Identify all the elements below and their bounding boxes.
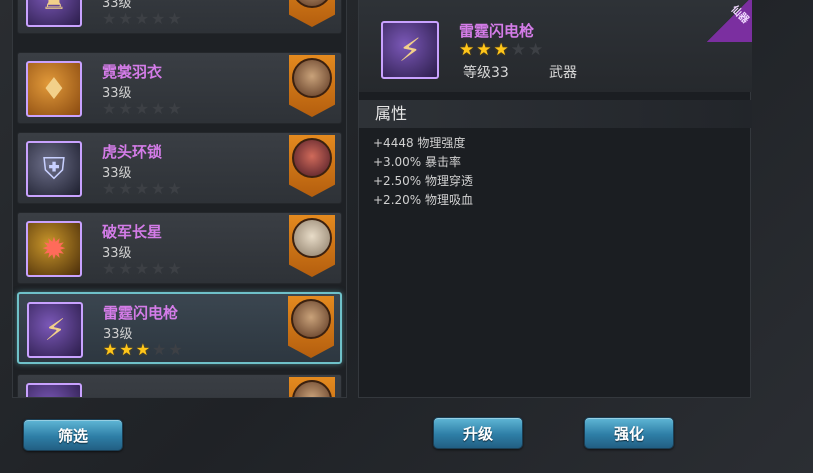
hero-portrait-badge bbox=[289, 55, 335, 117]
lightning-spear-icon: ⚡ bbox=[27, 302, 83, 358]
upgrade-button[interactable]: 升级 bbox=[433, 417, 523, 449]
item-stars: ★★★★★ bbox=[102, 9, 184, 28]
equipment-list-item[interactable] bbox=[17, 374, 342, 397]
hero-portrait-badge bbox=[289, 215, 335, 277]
star-icon: ★ bbox=[134, 9, 152, 28]
star-icon: ★ bbox=[134, 99, 152, 118]
star-icon: ★ bbox=[135, 340, 153, 359]
attribute-line: +3.00% 暴击率 bbox=[373, 155, 461, 169]
detail-level: 等级33 bbox=[463, 65, 509, 81]
equipment-list-item[interactable]: ♦ 霓裳羽衣 33级 ★★★★★ bbox=[17, 52, 342, 124]
detail-type: 武器 bbox=[549, 65, 577, 81]
hero-portrait-badge bbox=[288, 296, 334, 358]
star-icon: ★ bbox=[528, 40, 546, 60]
star-icon: ★ bbox=[103, 340, 120, 359]
star-icon: ★ bbox=[151, 9, 168, 28]
item-stars: ★★★★★ bbox=[102, 99, 184, 118]
filter-button[interactable]: 筛选 bbox=[23, 419, 123, 451]
star-icon: ★ bbox=[118, 9, 135, 28]
equipment-list-item-selected[interactable]: ⚡ 雷霆闪电枪 33级 ★★★★★ bbox=[17, 292, 342, 364]
star-icon: ★ bbox=[459, 40, 477, 60]
star-icon: ★ bbox=[134, 259, 152, 278]
star-icon: ★ bbox=[102, 259, 119, 278]
item-name: 虎头环锁 bbox=[102, 143, 163, 161]
star-icon: ★ bbox=[168, 340, 185, 359]
star-icon: ★ bbox=[118, 99, 135, 118]
attributes-list: +4448 物理强度 +3.00% 暴击率 +2.50% 物理穿透 +2.20%… bbox=[373, 134, 473, 210]
star-icon: ★ bbox=[510, 40, 528, 60]
equipment-list-item[interactable]: ♜ 33级 ★★★★★ bbox=[17, 0, 342, 34]
spiked-helm-icon: ✹ bbox=[26, 221, 82, 277]
hero-portrait-badge bbox=[289, 135, 335, 197]
equipment-list-item[interactable]: ⛨ 虎头环锁 33级 ★★★★★ bbox=[17, 132, 342, 204]
star-icon: ★ bbox=[151, 99, 168, 118]
item-name: 雷霆闪电枪 bbox=[103, 304, 179, 322]
star-icon: ★ bbox=[493, 40, 511, 60]
detail-item-name: 雷霆闪电枪 bbox=[459, 22, 535, 40]
item-stars: ★★★★★ bbox=[102, 259, 184, 278]
enhance-button[interactable]: 强化 bbox=[584, 417, 674, 449]
equipment-list-item[interactable]: ✹ 破军长星 33级 ★★★★★ bbox=[17, 212, 342, 284]
star-icon: ★ bbox=[102, 179, 119, 198]
equipment-list-panel: ♜ 33级 ★★★★★ ♦ 霓裳羽衣 33级 ★★★★★ ⛨ 虎头环锁 33级 … bbox=[12, 0, 347, 398]
star-icon: ★ bbox=[134, 179, 152, 198]
detail-stars: ★★★★★ bbox=[459, 40, 545, 60]
attribute-line: +2.50% 物理穿透 bbox=[373, 174, 473, 188]
armor-icon: ♜ bbox=[26, 0, 82, 27]
hero-portrait-badge bbox=[289, 0, 335, 27]
item-stars: ★★★★★ bbox=[102, 179, 184, 198]
attributes-heading: 属性 bbox=[359, 100, 752, 128]
hero-portrait-icon bbox=[292, 138, 332, 178]
equipment-detail-panel: ⚡ 雷霆闪电枪 ★★★★★ 等级33 武器 仙器 属性 +4448 物理强度 +… bbox=[358, 0, 752, 398]
star-icon: ★ bbox=[102, 99, 119, 118]
hero-portrait-badge bbox=[289, 377, 335, 397]
robe-icon: ♦ bbox=[26, 61, 82, 117]
hero-portrait-icon bbox=[292, 218, 332, 258]
star-icon: ★ bbox=[167, 9, 184, 28]
star-icon: ★ bbox=[167, 179, 184, 198]
attribute-line: +2.20% 物理吸血 bbox=[373, 193, 473, 207]
item-name: 破军长星 bbox=[102, 223, 163, 241]
tiger-armor-icon: ⛨ bbox=[26, 141, 82, 197]
star-icon: ★ bbox=[151, 179, 168, 198]
star-icon: ★ bbox=[167, 259, 184, 278]
attribute-line: +4448 物理强度 bbox=[373, 136, 466, 150]
star-icon: ★ bbox=[118, 259, 135, 278]
star-icon: ★ bbox=[152, 340, 169, 359]
star-icon: ★ bbox=[119, 340, 136, 359]
star-icon: ★ bbox=[476, 40, 494, 60]
hero-portrait-icon bbox=[291, 299, 331, 339]
item-name: 霓裳羽衣 bbox=[102, 63, 163, 81]
star-icon: ★ bbox=[118, 179, 135, 198]
lightning-spear-icon: ⚡ bbox=[381, 21, 439, 79]
equipment-icon bbox=[26, 383, 82, 397]
star-icon: ★ bbox=[167, 99, 184, 118]
hero-portrait-icon bbox=[292, 58, 332, 98]
detail-header: ⚡ 雷霆闪电枪 ★★★★★ 等级33 武器 仙器 bbox=[359, 0, 752, 92]
star-icon: ★ bbox=[151, 259, 168, 278]
item-stars: ★★★★★ bbox=[103, 340, 185, 359]
star-icon: ★ bbox=[102, 9, 119, 28]
